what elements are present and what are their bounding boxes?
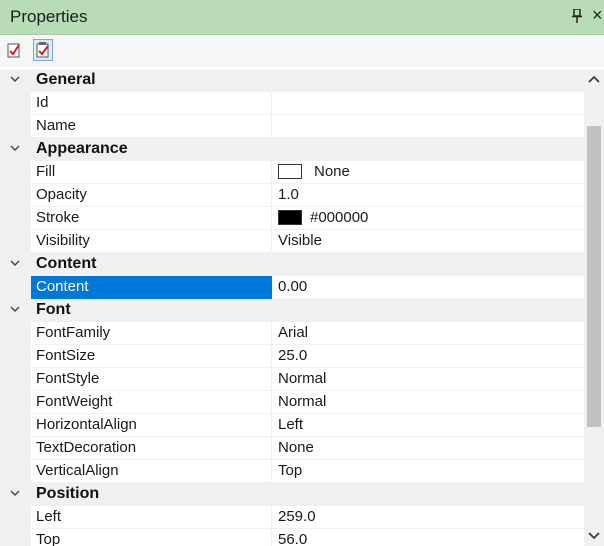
property-value: None: [314, 163, 350, 180]
alphabetical-view-button[interactable]: [33, 39, 53, 61]
property-row-textdecoration[interactable]: TextDecoration None: [0, 437, 584, 460]
category-label: General: [36, 71, 96, 88]
scroll-up-arrow-icon[interactable]: [584, 69, 604, 89]
category-label: Appearance: [36, 140, 128, 157]
properties-panel: Properties × General Id Name Appearance …: [0, 0, 604, 546]
pushpin-icon[interactable]: [571, 9, 583, 23]
property-row-visibility[interactable]: Visibility Visible: [0, 230, 584, 253]
property-name: FontSize: [31, 345, 272, 368]
property-value[interactable]: 56.0: [272, 529, 584, 546]
property-name: Fill: [31, 161, 272, 184]
category-label: Content: [36, 255, 97, 272]
property-name: Left: [31, 506, 272, 529]
title-bar: Properties ×: [0, 0, 604, 35]
property-row-fontweight[interactable]: FontWeight Normal: [0, 391, 584, 414]
category-content[interactable]: Content: [0, 253, 584, 276]
property-row-left[interactable]: Left 259.0: [0, 506, 584, 529]
category-font[interactable]: Font: [0, 299, 584, 322]
scrollbar-thumb[interactable]: [587, 126, 601, 427]
property-name: Visibility: [31, 230, 272, 253]
chevron-down-icon[interactable]: [10, 259, 20, 267]
property-value-stroke[interactable]: #000000: [272, 207, 584, 230]
close-icon[interactable]: ×: [592, 4, 603, 26]
property-row-horizontalalign[interactable]: HorizontalAlign Left: [0, 414, 584, 437]
chevron-down-icon[interactable]: [10, 144, 20, 152]
property-row-fill[interactable]: Fill None: [0, 161, 584, 184]
property-value[interactable]: Top: [272, 460, 584, 483]
category-general[interactable]: General: [0, 69, 584, 92]
property-row-id[interactable]: Id: [0, 92, 584, 115]
property-value[interactable]: Normal: [272, 368, 584, 391]
property-name: Id: [31, 92, 272, 115]
property-value[interactable]: Visible: [272, 230, 584, 253]
property-value[interactable]: Left: [272, 414, 584, 437]
vertical-scrollbar[interactable]: [584, 69, 604, 546]
property-value[interactable]: Normal: [272, 391, 584, 414]
categorized-view-button[interactable]: [4, 39, 24, 61]
property-value[interactable]: [272, 115, 584, 138]
property-row-top[interactable]: Top 56.0: [0, 529, 584, 546]
chevron-down-icon[interactable]: [10, 489, 20, 497]
property-row-content[interactable]: Content 0.00: [0, 276, 584, 299]
category-label: Font: [36, 301, 71, 318]
category-position[interactable]: Position: [0, 483, 584, 506]
property-value: #000000: [310, 209, 369, 226]
property-name: FontFamily: [31, 322, 272, 345]
property-row-stroke[interactable]: Stroke #000000: [0, 207, 584, 230]
fill-color-swatch: [278, 164, 302, 179]
property-name: Top: [31, 529, 272, 546]
property-name: VerticalAlign: [31, 460, 272, 483]
stroke-color-swatch: [278, 210, 302, 225]
property-name: Name: [31, 115, 272, 138]
categorized-view-icon: [7, 43, 20, 58]
scroll-down-arrow-icon[interactable]: [584, 526, 604, 546]
property-value[interactable]: 259.0: [272, 506, 584, 529]
property-row-verticalalign[interactable]: VerticalAlign Top: [0, 460, 584, 483]
property-value[interactable]: 1.0: [272, 184, 584, 207]
property-name: FontStyle: [31, 368, 272, 391]
toolbar: [0, 35, 604, 67]
property-name: Content: [31, 276, 272, 299]
property-row-name[interactable]: Name: [0, 115, 584, 138]
property-name: Opacity: [31, 184, 272, 207]
category-appearance[interactable]: Appearance: [0, 138, 584, 161]
property-value[interactable]: 25.0: [272, 345, 584, 368]
alphabetical-view-icon: [36, 42, 49, 58]
property-value[interactable]: 0.00: [272, 276, 584, 299]
chevron-down-icon[interactable]: [10, 75, 20, 83]
property-name: HorizontalAlign: [31, 414, 272, 437]
property-value[interactable]: [272, 92, 584, 115]
property-name: TextDecoration: [31, 437, 272, 460]
panel-title: Properties: [10, 7, 88, 26]
category-label: Position: [36, 485, 100, 502]
property-name: Stroke: [31, 207, 272, 230]
chevron-down-icon[interactable]: [10, 305, 20, 313]
property-grid: General Id Name Appearance Fill None Opa…: [0, 69, 584, 546]
property-row-fontstyle[interactable]: FontStyle Normal: [0, 368, 584, 391]
property-value[interactable]: Arial: [272, 322, 584, 345]
property-value[interactable]: None: [272, 437, 584, 460]
property-row-opacity[interactable]: Opacity 1.0: [0, 184, 584, 207]
property-value-fill[interactable]: None: [272, 161, 584, 184]
property-name: FontWeight: [31, 391, 272, 414]
property-row-fontfamily[interactable]: FontFamily Arial: [0, 322, 584, 345]
property-row-fontsize[interactable]: FontSize 25.0: [0, 345, 584, 368]
